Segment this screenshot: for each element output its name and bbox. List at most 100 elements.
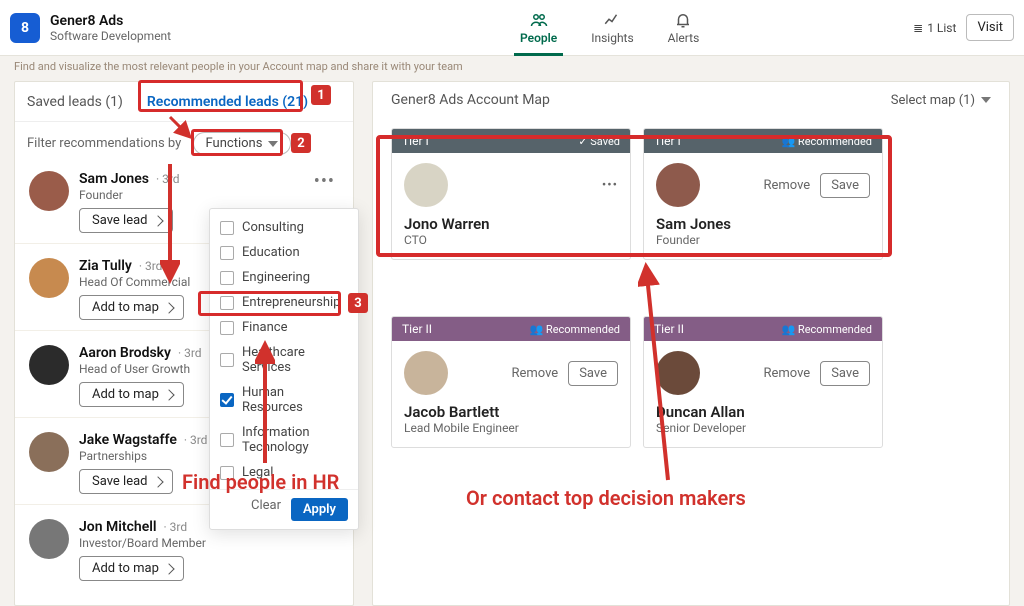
remove-link[interactable]: Remove [511,366,558,381]
avatar [29,345,69,385]
chevron-right-icon [163,563,174,574]
visit-button[interactable]: Visit [966,14,1014,41]
tier-label: Tier I [654,134,681,148]
connection-level: · 3rd [153,172,180,186]
map-selector[interactable]: Select map (1) [891,93,991,108]
dropdown-option[interactable]: Engineering [210,265,358,290]
avatar [29,171,69,211]
dropdown-option[interactable]: Finance [210,315,358,340]
more-icon[interactable]: ••• [602,178,618,193]
checkbox[interactable] [220,393,234,407]
add-to-map-button[interactable]: Add to map [79,382,184,407]
option-label: Entrepreneurship [242,295,340,310]
save-button[interactable]: Save [820,361,870,386]
list-button[interactable]: ≣ 1 List [913,21,956,35]
add-to-map-button[interactable]: Add to map [79,295,184,320]
option-label: Finance [242,320,287,335]
avatar [404,163,448,207]
functions-dropdown: Consulting EducationEngineering Entreprene… [209,208,359,530]
more-icon[interactable]: ••• [310,171,339,192]
remove-link[interactable]: Remove [763,178,810,193]
tier-label: Tier II [402,322,432,336]
chevron-right-icon [163,302,174,313]
dropdown-apply[interactable]: Apply [291,498,348,521]
lead-name[interactable]: Jake Wagstaffe [79,432,177,448]
option-label: Consulting [242,220,304,235]
card-role: Founder [656,233,870,247]
card-tier-header: Tier II 👥 Recommended [644,317,882,341]
nav-alerts[interactable]: Alerts [668,0,700,56]
option-label: Legal [242,465,273,480]
card-name[interactable]: Duncan Allan [656,403,870,421]
option-label: Human Resources [242,385,348,415]
insights-icon [603,11,621,29]
save-lead-button[interactable]: Save lead [79,208,173,233]
card-name[interactable]: Jono Warren [404,215,618,233]
save-lead-button[interactable]: Save lead [79,469,173,494]
checkbox[interactable] [220,246,234,260]
card-tier-header: Tier I ✓ Saved [392,129,630,153]
dropdown-option[interactable]: Information Technology [210,420,358,460]
top-nav: People Insights Alerts [520,0,699,56]
map-card: Tier I ✓ Saved ••• Jono Warren CTO [391,128,631,260]
card-tag: 👥 Recommended [529,323,620,336]
avatar [29,519,69,559]
functions-filter-pill[interactable]: Functions [193,132,292,155]
company-logo: 8 [10,13,40,43]
lead-name[interactable]: Sam Jones [79,171,149,187]
people-icon [530,11,548,29]
avatar [29,432,69,472]
list-icon: ≣ [913,21,923,35]
tab-saved-leads[interactable]: Saved leads (1) [25,84,125,120]
save-button[interactable]: Save [820,173,870,198]
chevron-right-icon [152,476,163,487]
card-tag: ✓ Saved [578,135,620,148]
chevron-down-icon [981,97,991,103]
map-card: Tier II 👥 Recommended Remove Save Duncan … [643,316,883,448]
bell-icon [674,11,692,29]
dropdown-option[interactable]: Entrepreneurship [210,290,358,315]
lead-name[interactable]: Aaron Brodsky [79,345,171,361]
avatar [29,258,69,298]
leads-panel: Saved leads (1) Recommended leads (21) F… [14,81,354,606]
dropdown-clear[interactable]: Clear [251,498,281,521]
chevron-right-icon [152,215,163,226]
tier-label: Tier I [402,134,429,148]
connection-level: · 3rd [181,433,208,447]
nav-people[interactable]: People [520,0,557,56]
option-label: Healthcare Services [242,345,348,375]
checkbox[interactable] [220,321,234,335]
connection-level: · 3rd [175,346,202,360]
lead-role: Investor/Board Member [79,536,300,550]
nav-insights[interactable]: Insights [591,0,633,56]
card-name[interactable]: Jacob Bartlett [404,403,618,421]
checkbox[interactable] [220,353,234,367]
dropdown-option[interactable]: Education [210,240,358,265]
company-name: Gener8 Ads [50,13,171,29]
save-button[interactable]: Save [568,361,618,386]
card-tag: 👥 Recommended [781,323,872,336]
card-name[interactable]: Sam Jones [656,215,870,233]
lead-name[interactable]: Zia Tully [79,258,132,274]
dropdown-option[interactable]: Healthcare Services [210,340,358,380]
chevron-right-icon [163,389,174,400]
card-tier-header: Tier I 👥 Recommended [644,129,882,153]
map-card: Tier II 👥 Recommended Remove Save Jacob B… [391,316,631,448]
dropdown-option[interactable]: Consulting [210,215,358,240]
card-role: CTO [404,233,618,247]
remove-link[interactable]: Remove [763,366,810,381]
dropdown-option[interactable]: Human Resources [210,380,358,420]
connection-level: · 3rd [161,520,188,534]
option-label: Information Technology [242,425,348,455]
dropdown-option[interactable]: Legal [210,460,358,485]
tab-recommended-leads[interactable]: Recommended leads (21) [145,84,310,120]
checkbox[interactable] [220,466,234,480]
lead-name[interactable]: Jon Mitchell [79,519,157,535]
checkbox[interactable] [220,433,234,447]
account-map-panel: Gener8 Ads Account Map Select map (1) Ti… [372,81,1010,606]
add-to-map-button[interactable]: Add to map [79,556,184,581]
avatar [404,351,448,395]
checkbox[interactable] [220,221,234,235]
checkbox[interactable] [220,271,234,285]
checkbox[interactable] [220,296,234,310]
